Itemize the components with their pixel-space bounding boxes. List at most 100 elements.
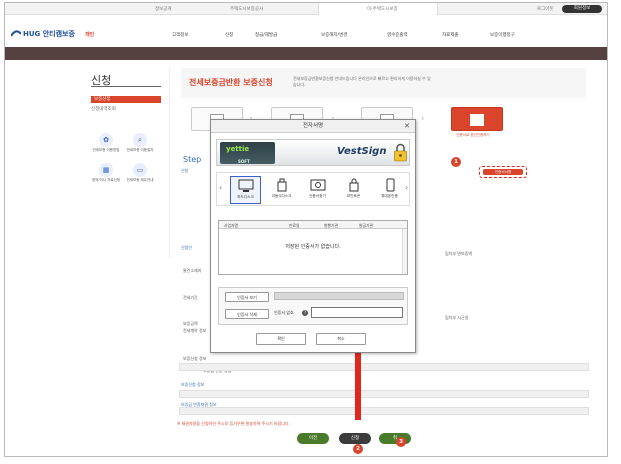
form-row xyxy=(179,390,589,398)
nav-item-customer[interactable]: 고객정보 xyxy=(172,32,189,38)
cancel-page-button[interactable]: 취 xyxy=(379,433,411,444)
main-nav: HUG 안티캠보증 개인 고객정보 신청 청급/재발급 보증해지/변경 영수증출… xyxy=(5,15,607,47)
cert-sign-button[interactable]: 인증서서명 xyxy=(483,169,523,175)
nav-item-submit-docs[interactable]: 자료제출 xyxy=(442,32,459,38)
nav-band xyxy=(5,47,607,60)
security-token-icon xyxy=(349,178,358,192)
sidebar-shortcut-guide[interactable]: ▭ 전세보증 제도안내 xyxy=(125,163,155,189)
shortcut-label: 청약/이사 자료신청 xyxy=(91,178,121,182)
banner-description: 전세보증금반환보증신청 안내드립니다 온라인으로 빠르고 편리하게 이용하실 수… xyxy=(293,76,431,87)
building-icon: ▦ xyxy=(99,163,113,177)
monitor-icon xyxy=(238,179,253,192)
info-icon: ✿ xyxy=(99,133,113,147)
nav-item-claim[interactable]: 보증이행청구 xyxy=(490,32,515,38)
top-link-logout[interactable]: 로그아웃 xyxy=(537,6,554,12)
brand-left: yettie xyxy=(226,145,250,153)
mobile-phone-icon xyxy=(386,178,394,192)
yettiesoft-logo: yettie SOFT xyxy=(220,142,275,164)
password-label: 인증서 암호 xyxy=(274,310,294,315)
media-removable[interactable]: 이동식디스크 xyxy=(266,176,297,204)
section-guarantee-info: 보증신청 정보 xyxy=(181,382,205,387)
certificate-list-scrollbar[interactable] xyxy=(402,229,407,274)
shortcut-label: 전세보증 이용방법 xyxy=(92,148,120,152)
media-security-token[interactable]: 보안토큰 xyxy=(338,176,369,204)
find-cert-icon xyxy=(310,179,325,191)
row-label-guarantee-limit: 임차부 면보증액 xyxy=(445,251,473,256)
section-applicant: 신청인 xyxy=(181,245,193,250)
media-label: 인증서찾기 xyxy=(309,194,326,198)
sidebar-item-apply[interactable]: 보증신청 xyxy=(91,96,161,103)
cert-info-field xyxy=(274,292,404,300)
prev-button[interactable]: 이전 xyxy=(297,433,329,444)
submit-button[interactable]: 신청 xyxy=(339,433,371,444)
col-header: 만료일 xyxy=(289,222,300,228)
search-icon: ⌕ xyxy=(133,133,147,147)
page-banner: 전세보증금반환 보증신청 전세보증금반환보증신청 안내드립니다 온라인으로 빠르… xyxy=(181,68,586,98)
lock-icon xyxy=(394,143,407,162)
storage-media-selector: ‹ 하드디스크 이동식디스크 인증서찾기 보안토큰 휴대폰인증 › xyxy=(216,172,410,206)
row-label-contract: 전세계약 정보 xyxy=(183,328,207,333)
view-cert-button[interactable]: 인증서 보기 xyxy=(225,292,269,302)
logo-tag: 개인 xyxy=(84,31,95,38)
top-link-hug[interactable]: 주택도시보증공사 xyxy=(230,6,263,12)
hug-logo[interactable]: HUG 안티캠보증 개인 xyxy=(11,29,94,39)
certificate-list: 사업자명 만료일 발행기관 발급기관 저장된 인증서가 없습니다. xyxy=(218,220,408,275)
media-mobile[interactable]: 휴대폰인증 xyxy=(374,176,405,204)
step-arrow-icon: › xyxy=(421,114,425,124)
sidebar-item-history[interactable]: 신청내역조회 xyxy=(91,106,116,112)
media-hard-disk[interactable]: 하드디스크 xyxy=(230,176,261,204)
sidebar-shortcut-procedure[interactable]: ⌕ 전세보증 이용절차 xyxy=(125,133,155,159)
nav-item-receipt[interactable]: 영수증출력 xyxy=(387,32,408,38)
empty-message: 저장된 인증서가 없습니다. xyxy=(285,244,341,250)
form-row xyxy=(179,363,589,371)
form-row xyxy=(179,407,589,415)
sidebar-shortcut-how-to[interactable]: ✿ 전세보증 이용방법 xyxy=(91,133,121,159)
step-4-label: 인증서로 본인인증하기 xyxy=(456,133,490,137)
usb-drive-icon xyxy=(277,178,286,192)
nav-item-cancel-change[interactable]: 보증해지/변경 xyxy=(321,32,347,38)
col-header: 발행기관 xyxy=(324,222,338,228)
cert-password-input[interactable] xyxy=(311,307,403,318)
step-4-active xyxy=(451,107,503,131)
member-info-button[interactable]: 회원정보 xyxy=(562,5,602,13)
chevron-right-icon[interactable]: › xyxy=(405,183,408,192)
sidebar-divider xyxy=(91,86,161,87)
hug-logo-icon xyxy=(11,30,21,37)
top-utility-bar: 정보공개 주택도시보증공사 이-주택도시보증 로그아웃 회원정보 xyxy=(5,3,607,15)
annotation-badge-1: 1 xyxy=(451,157,461,167)
help-icon[interactable]: ? xyxy=(302,310,308,316)
sidebar-shortcut-docs[interactable]: ▦ 청약/이사 자료신청 xyxy=(91,163,121,189)
logo-text: HUG 안티캠보증 xyxy=(23,30,75,38)
chevron-left-icon[interactable]: ‹ xyxy=(219,183,222,192)
row-label-address: 물건소재지 xyxy=(183,268,202,273)
sidebar: 신청 보증신청 신청내역조회 ✿ 전세보증 이용방법 ⌕ 전세보증 이용절차 ▦… xyxy=(85,68,170,258)
vestsign-banner: yettie SOFT VestSign xyxy=(216,139,410,166)
monitor-icon: ▭ xyxy=(133,163,147,177)
delete-cert-button[interactable]: 인증서 삭제 xyxy=(225,309,269,319)
nav-item-apply[interactable]: 신청 xyxy=(225,32,233,38)
row-label-period: 전세기간 xyxy=(183,295,198,300)
nav-item-reissue[interactable]: 청급/재발급 xyxy=(255,32,277,38)
top-link-disclosure[interactable]: 정보공개 xyxy=(155,6,172,12)
shortcut-label: 전세보증 제도안내 xyxy=(126,178,154,182)
vestsign-logo: VestSign xyxy=(337,146,387,157)
certificate-list-header: 사업자명 만료일 발행기관 발급기관 xyxy=(219,221,407,229)
row-label-guarantee: 보증신청 정보 xyxy=(183,356,207,361)
section-apply: 신청 xyxy=(181,168,189,173)
annotation-badge-3: 3 xyxy=(396,437,406,447)
col-header: 사업자명 xyxy=(224,222,238,228)
cancel-button[interactable]: 취소 xyxy=(316,333,366,345)
certificate-actions: 인증서 보기 인증서 삭제 인증서 암호 ? xyxy=(218,287,408,325)
media-label: 보안토큰 xyxy=(346,194,361,198)
close-icon[interactable]: ✕ xyxy=(404,122,410,130)
page-title: 전세보증금반환 보증신청 xyxy=(189,78,273,87)
top-tab-active[interactable]: 이-주택도시보증 xyxy=(318,3,438,15)
refund-note: ※ 채권자명을 신청하신 주소로 등기우편 발송하며 주시기 바랍니다. xyxy=(177,421,290,426)
media-label: 하드디스크 xyxy=(237,195,254,199)
ok-button[interactable]: 확인 xyxy=(256,333,306,345)
col-header: 발급기관 xyxy=(359,222,373,228)
media-label: 휴대폰인증 xyxy=(381,194,398,198)
dialog-title: 전자서명 xyxy=(211,120,415,133)
cert-sign-button-highlight[interactable]: 인증서서명 xyxy=(479,166,527,178)
media-find-cert[interactable]: 인증서찾기 xyxy=(302,176,333,204)
